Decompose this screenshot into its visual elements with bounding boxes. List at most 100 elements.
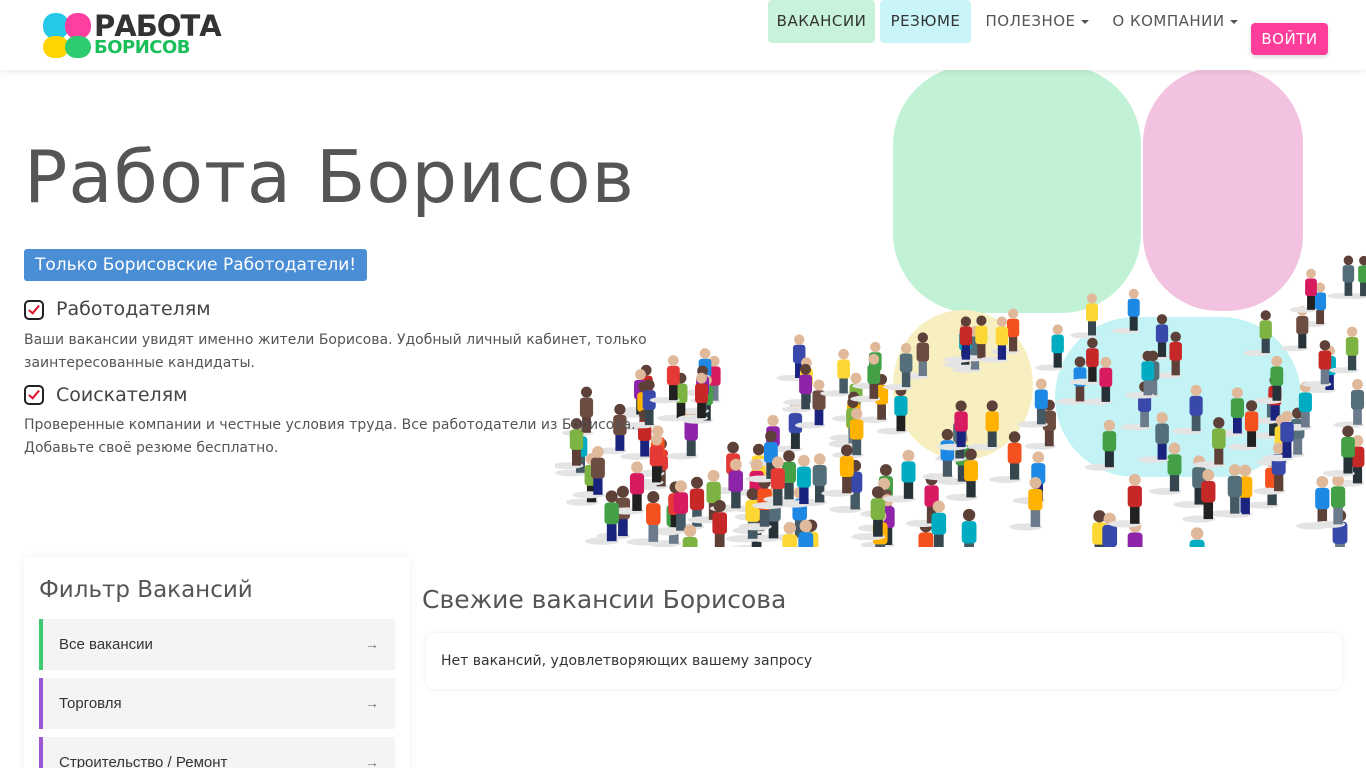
figure-body xyxy=(940,440,955,461)
figure-legs xyxy=(784,480,794,500)
nav-company-dropdown[interactable]: О КОМПАНИИ xyxy=(1110,0,1240,43)
figure-legs xyxy=(1009,335,1018,352)
figure-head xyxy=(605,490,618,503)
figure-body xyxy=(964,460,978,482)
logo-text-secondary: БОРИСОВ xyxy=(94,37,191,58)
figure-legs xyxy=(997,343,1007,360)
figure-body xyxy=(1086,348,1099,368)
figure-legs xyxy=(1343,455,1353,474)
figure-body xyxy=(1315,487,1330,510)
figure-body xyxy=(1189,539,1205,547)
feature-title-employers: Работодателям xyxy=(56,298,211,320)
figure-legs xyxy=(966,478,976,498)
filter-item-construction[interactable]: Строительство / Ремонт → xyxy=(39,737,395,768)
caret-down-icon xyxy=(1080,19,1089,24)
figure-legs xyxy=(1203,500,1214,520)
figure-head xyxy=(850,372,862,384)
figure-body xyxy=(975,325,988,345)
figure-body xyxy=(1201,481,1216,503)
figure-legs xyxy=(1272,383,1282,401)
figure-body xyxy=(812,465,827,487)
nav-useful-label: ПОЛЕЗНОЕ xyxy=(985,12,1076,30)
filter-item-label: Торговля xyxy=(59,695,122,712)
figure-head xyxy=(798,454,810,467)
figure-body xyxy=(870,498,886,520)
figure-body xyxy=(839,456,854,478)
nav-useful-dropdown[interactable]: ПОЛЕЗНОЕ xyxy=(983,0,1091,43)
figure-head xyxy=(1239,464,1252,477)
figure-legs xyxy=(1053,351,1062,368)
figure-head xyxy=(976,315,987,326)
figure-body xyxy=(1244,411,1259,432)
checkbox-icon xyxy=(24,385,44,405)
figure-body xyxy=(959,326,973,346)
figure-legs xyxy=(1140,409,1149,428)
figure-head xyxy=(783,521,796,535)
figure-body xyxy=(695,383,708,404)
figure-head xyxy=(1228,464,1241,476)
figure-legs xyxy=(1143,378,1153,396)
figure-legs xyxy=(1320,367,1330,385)
figure-head xyxy=(643,379,655,391)
figure-head xyxy=(1087,293,1097,304)
figure-head xyxy=(647,491,660,504)
figure-legs xyxy=(1088,365,1097,382)
figure-head xyxy=(1074,356,1086,368)
logo[interactable]: РАБОТА БОРИСОВ xyxy=(42,9,222,60)
figure-head xyxy=(1213,417,1225,429)
figure-head xyxy=(730,458,742,471)
figure-head xyxy=(1156,412,1168,424)
figure-legs xyxy=(1010,461,1020,480)
figure-legs xyxy=(1030,507,1041,527)
figure-body xyxy=(867,364,881,384)
filter-item-all[interactable]: Все вакансии → xyxy=(39,619,395,670)
figure-head xyxy=(713,500,726,513)
figure-legs xyxy=(1088,319,1096,336)
feature-text-jobseekers: Проверенные компании и честные условия т… xyxy=(24,417,636,456)
figure-legs xyxy=(1282,439,1292,458)
figure-body xyxy=(590,457,605,479)
figure-head xyxy=(1029,476,1042,489)
figure-head xyxy=(1231,387,1243,399)
figure-head xyxy=(1128,288,1139,299)
figure-body xyxy=(1341,437,1355,458)
figure-legs xyxy=(977,342,986,359)
nav-vacancies[interactable]: ВАКАНСИИ xyxy=(768,0,875,43)
figure-legs xyxy=(768,519,779,539)
figure-legs xyxy=(1347,353,1357,371)
figure-body xyxy=(1028,488,1043,511)
figure-head xyxy=(941,428,954,441)
filter-title: Фильтр Вакансий xyxy=(39,577,253,603)
figure-head xyxy=(1142,350,1154,362)
login-button[interactable]: ВОЙТИ xyxy=(1251,23,1328,55)
figure-legs xyxy=(606,521,617,542)
figure-body xyxy=(1212,428,1226,449)
figure-body xyxy=(894,396,908,416)
figure-legs xyxy=(1298,332,1307,349)
figure-head xyxy=(986,400,998,412)
figure-head xyxy=(960,316,972,327)
figure-legs xyxy=(839,376,848,394)
figure-body xyxy=(1141,361,1155,381)
figure-legs xyxy=(1333,505,1343,525)
hero-badge: Только Борисовские Работодатели! xyxy=(24,249,368,281)
figure-head xyxy=(1343,255,1354,266)
figure-head xyxy=(767,414,779,427)
figure-head xyxy=(996,316,1008,327)
figure-head xyxy=(1306,268,1316,279)
filter-item-trade[interactable]: Торговля → xyxy=(39,678,395,729)
feature-title-jobseekers: Соискателям xyxy=(56,384,188,406)
figure-legs xyxy=(1274,472,1284,492)
nav-resume[interactable]: РЕЗЮМЕ xyxy=(880,0,971,43)
hero-title: Работа Борисов xyxy=(24,135,635,219)
figure-head xyxy=(800,363,811,375)
figure-body xyxy=(1358,265,1366,283)
figure-body xyxy=(961,521,977,544)
figure-head xyxy=(1008,308,1019,319)
figure-head xyxy=(1202,469,1215,482)
logo-dot-icon xyxy=(65,36,91,58)
figure-head xyxy=(683,524,697,538)
figure-head xyxy=(1190,527,1204,540)
figure-legs xyxy=(873,517,883,537)
hero-crowd-illustration xyxy=(555,65,1366,547)
